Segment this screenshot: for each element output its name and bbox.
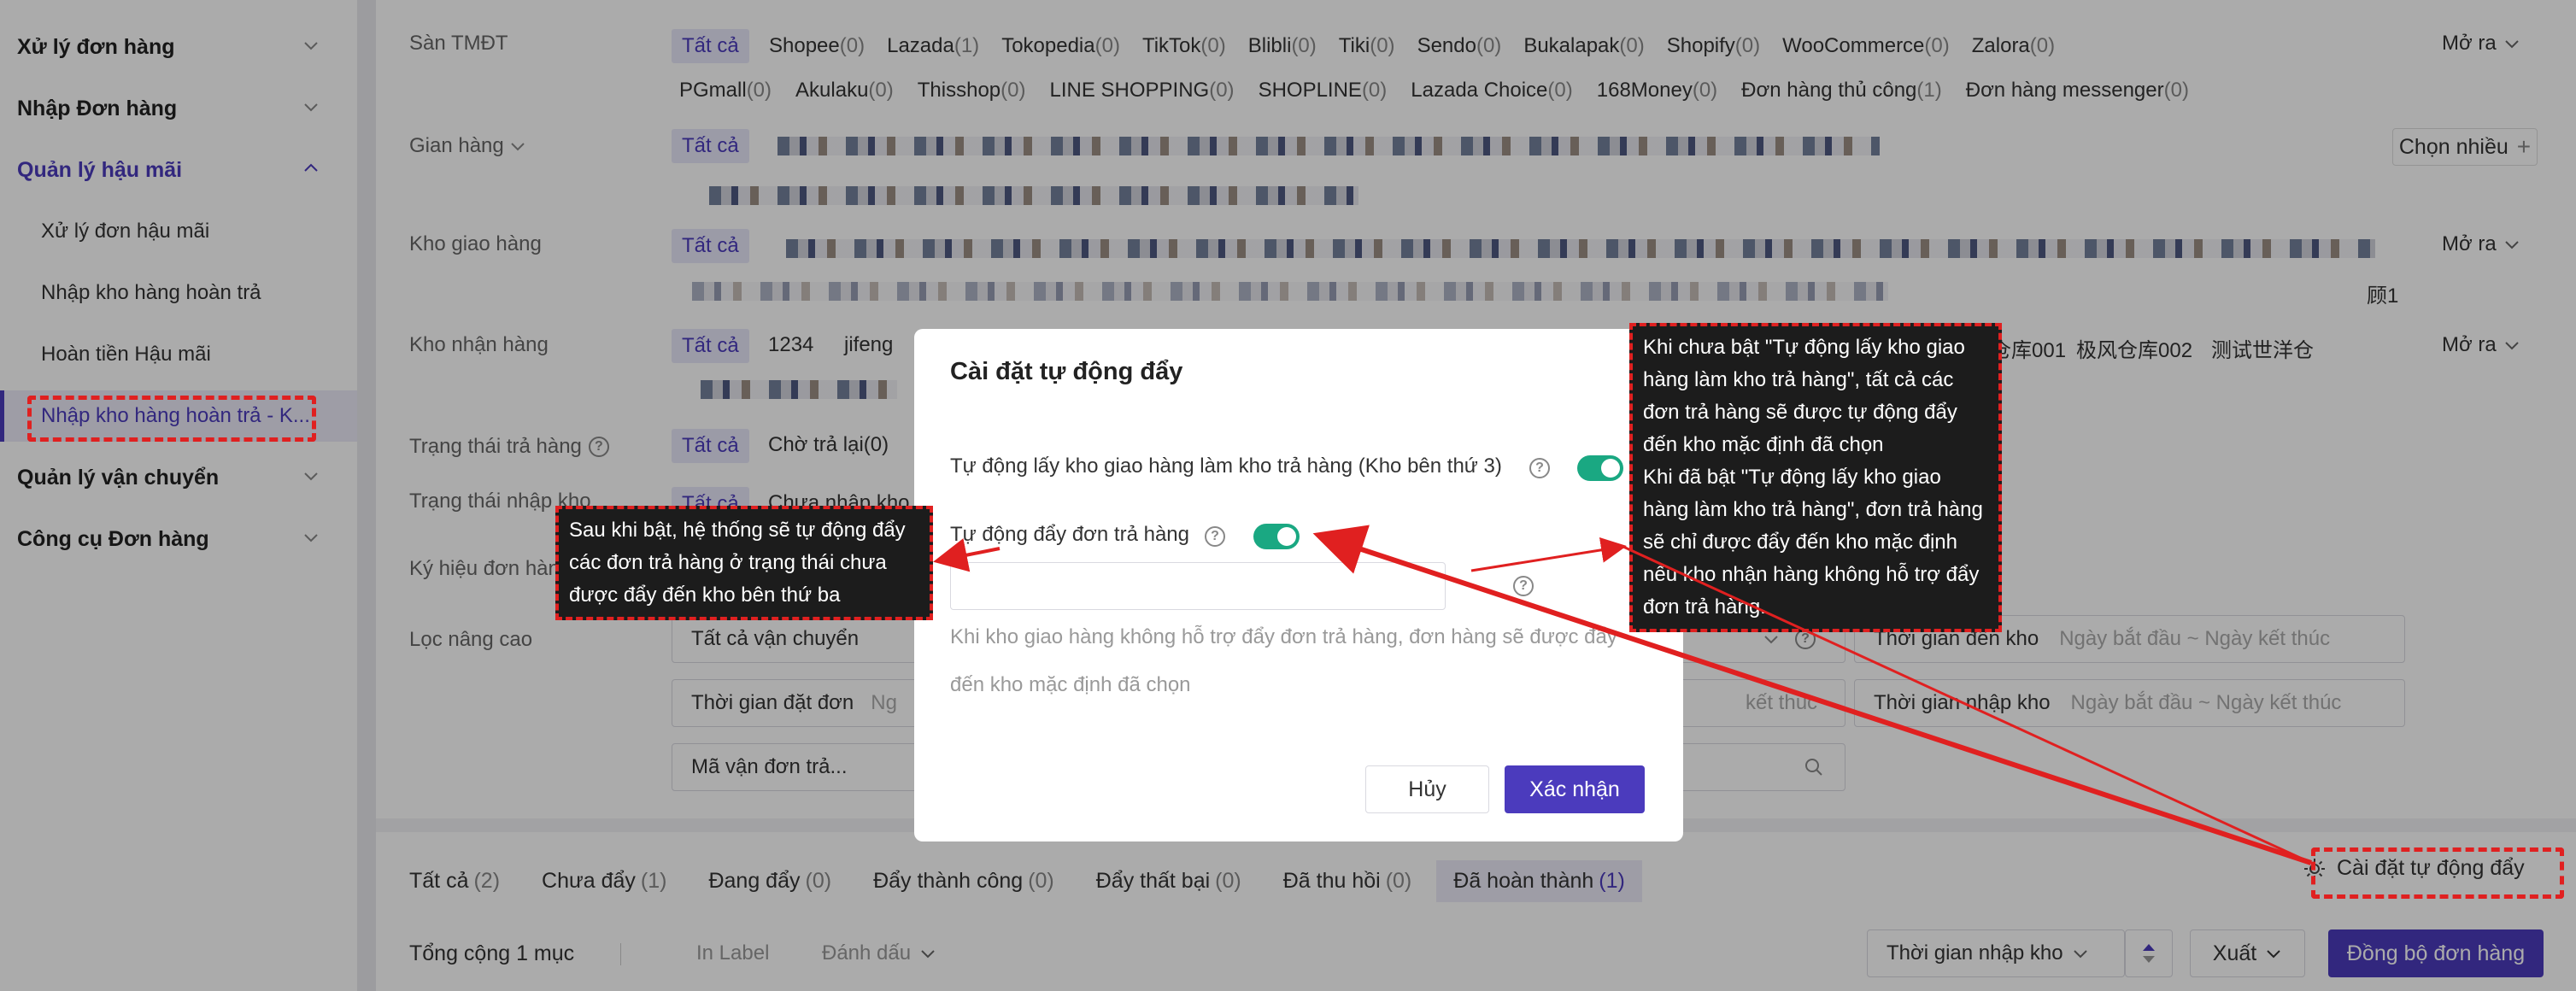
arrow-settings-to-toggle: [1312, 525, 2312, 865]
arrow-settings-to-tooltip: [1622, 545, 2312, 865]
arrow-to-right-tooltip: [1470, 537, 1627, 572]
arrow-to-left-tooltip: [933, 538, 1000, 572]
annotation-arrows: [933, 525, 2312, 865]
